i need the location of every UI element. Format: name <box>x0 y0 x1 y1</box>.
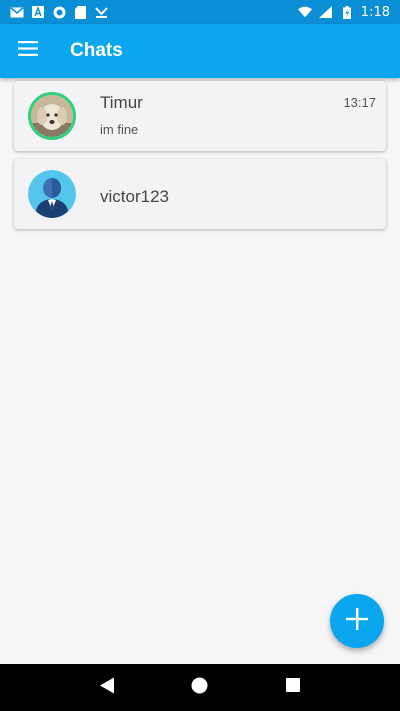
default-user-avatar <box>28 170 76 218</box>
hamburger-menu-icon <box>18 41 38 61</box>
chat-list-item-victor123[interactable]: victor123 <box>14 159 386 229</box>
wifi-icon <box>297 6 312 18</box>
chat-name: Timur <box>100 93 143 112</box>
back-icon <box>99 677 115 699</box>
status-left-icons <box>10 5 108 19</box>
dog-photo-avatar <box>28 92 76 140</box>
recents-icon <box>286 678 301 697</box>
recents-button[interactable] <box>278 673 308 703</box>
page-title: Chats <box>70 40 123 61</box>
battery-icon <box>340 5 354 19</box>
home-button[interactable] <box>185 673 215 703</box>
system-nav-bar <box>0 664 400 711</box>
chat-last-message: im fine <box>100 122 139 137</box>
chat-list-item-timur[interactable]: Timur im fine 13:17 <box>14 81 386 151</box>
gmail-icon <box>10 6 24 18</box>
download-icon <box>94 6 108 18</box>
menu-button[interactable] <box>0 24 56 78</box>
sd-card-icon <box>73 5 87 19</box>
app-bar: Chats <box>0 24 400 78</box>
home-icon <box>191 677 208 699</box>
back-button[interactable] <box>92 673 122 703</box>
chat-name: victor123 <box>100 187 169 206</box>
new-chat-button[interactable] <box>330 594 384 648</box>
signal-icon <box>319 6 333 18</box>
font-icon <box>31 6 45 18</box>
chat-time: 13:17 <box>343 95 376 110</box>
status-right-icons: 1:18 <box>297 4 390 20</box>
circle-app-icon <box>52 6 66 18</box>
status-time: 1:18 <box>360 4 390 20</box>
status-bar: 1:18 <box>0 0 400 24</box>
plus-icon <box>345 607 369 636</box>
